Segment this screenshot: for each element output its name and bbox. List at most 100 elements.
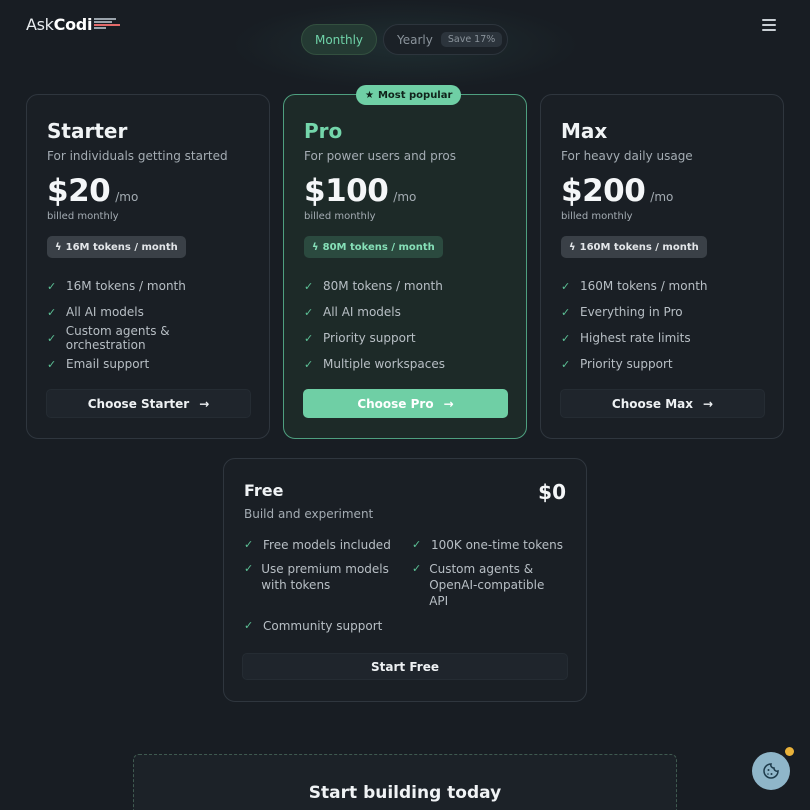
check-icon: ✓ — [244, 538, 254, 551]
choose-starter-button[interactable]: Choose Starter → — [46, 389, 251, 418]
plan-subtitle: Build and experiment — [244, 507, 374, 521]
arrow-right-icon: → — [199, 396, 210, 411]
feature-item: ✓ Priority support — [304, 325, 506, 351]
plan-card-free: Free $0 Build and experiment ✓ Free model… — [223, 458, 587, 702]
cookie-icon — [763, 763, 779, 779]
feature-text: All AI models — [323, 305, 401, 319]
feature-text: Community support — [263, 619, 383, 633]
feature-list: ✓ 80M tokens / month ✓ All AI models ✓ Prio… — [304, 273, 506, 377]
billing-note: billed monthly — [561, 211, 633, 222]
star-icon: ★ — [365, 89, 374, 101]
plan-subtitle: For individuals getting started — [47, 149, 228, 163]
feature-text: 100K one-time tokens — [431, 538, 563, 552]
plan-price: $0 — [538, 480, 566, 504]
cta-label: Choose Max — [611, 396, 693, 411]
tokens-badge-label: 80M tokens / month — [322, 241, 435, 253]
feature-item: ✓ Use premium models with tokens — [244, 561, 394, 593]
check-icon: ✓ — [47, 357, 57, 371]
check-icon: ✓ — [561, 331, 571, 345]
feature-text: Email support — [66, 357, 150, 371]
feature-item: ✓ Multiple workspaces — [304, 351, 506, 377]
feature-text: 80M tokens / month — [323, 279, 443, 293]
hamburger-icon[interactable] — [762, 19, 776, 31]
monthly-toggle-button[interactable]: Monthly — [301, 24, 377, 55]
plan-period: /mo — [650, 190, 674, 204]
logo-text-codi: Codi — [53, 15, 93, 34]
feature-text: Highest rate limits — [580, 331, 691, 345]
feature-list: ✓ 16M tokens / month ✓ All AI models ✓ Cust… — [47, 273, 249, 377]
feature-item: ✓ Custom agents & orchestration — [47, 324, 249, 352]
feature-item: ✓ 160M tokens / month — [561, 273, 763, 299]
feature-text: 160M tokens / month — [580, 279, 708, 293]
bolt-icon: ϟ — [569, 241, 576, 253]
feature-text: Custom agents & orchestration — [65, 324, 170, 352]
save-badge: Save 17% — [440, 32, 503, 47]
check-icon: ✓ — [244, 619, 254, 632]
plan-price: $20 — [47, 173, 111, 209]
billing-toggle: Monthly Yearly Save 17% — [301, 24, 508, 55]
check-icon: ✓ — [561, 305, 571, 319]
arrow-right-icon: → — [703, 396, 714, 411]
feature-text: All AI models — [66, 305, 144, 319]
plan-period: /mo — [393, 190, 417, 204]
billing-note: billed monthly — [304, 211, 376, 222]
plan-subtitle: For heavy daily usage — [561, 149, 693, 163]
feature-item: ✓ Everything in Pro — [561, 299, 763, 325]
plan-name: Pro — [304, 119, 343, 143]
feature-item: ✓ All AI models — [47, 299, 249, 325]
cta-label: Choose Pro — [357, 396, 434, 411]
bolt-icon: ϟ — [312, 241, 319, 253]
tokens-badge-label: 16M tokens / month — [65, 241, 178, 253]
check-icon: ✓ — [304, 305, 314, 319]
check-icon: ✓ — [244, 562, 254, 575]
feature-item: ✓ Priority support — [561, 351, 763, 377]
askcodi-logo[interactable]: Ask Codi — [26, 15, 121, 34]
cta-label: Choose Starter — [87, 396, 190, 411]
cta-banner: Start building today — [133, 754, 677, 810]
check-icon: ✓ — [412, 562, 422, 575]
check-icon: ✓ — [47, 279, 57, 293]
logo-lines-icon — [94, 18, 121, 29]
check-icon: ✓ — [412, 538, 422, 551]
feature-text: Everything in Pro — [580, 305, 683, 319]
notification-dot — [785, 747, 794, 756]
cookie-settings-button[interactable] — [752, 752, 790, 790]
feature-item: ✓ Email support — [47, 351, 249, 377]
feature-text: Multiple workspaces — [323, 357, 445, 371]
feature-text: Priority support — [323, 331, 416, 345]
feature-text: Use premium models with tokens — [261, 562, 389, 592]
start-free-button[interactable]: Start Free — [242, 653, 568, 680]
plan-subtitle: For power users and pros — [304, 149, 456, 163]
logo-text-ask: Ask — [26, 15, 54, 34]
plan-name: Free — [244, 481, 284, 500]
plan-card-starter: Starter For individuals getting started … — [26, 94, 270, 439]
yearly-toggle-button[interactable]: Yearly Save 17% — [383, 24, 508, 55]
plan-name: Max — [561, 119, 608, 143]
most-popular-badge: ★ Most popular — [356, 85, 462, 105]
tokens-badge: ϟ 80M tokens / month — [304, 236, 443, 258]
check-icon: ✓ — [47, 305, 57, 319]
feature-item: ✓ 100K one-time tokens — [412, 537, 572, 553]
choose-pro-button[interactable]: Choose Pro → — [303, 389, 508, 418]
tokens-badge: ϟ 16M tokens / month — [47, 236, 186, 258]
plan-period: /mo — [115, 190, 139, 204]
feature-item: ✓ Free models included — [244, 537, 404, 553]
arrow-right-icon: → — [443, 396, 454, 411]
tokens-badge-label: 160M tokens / month — [579, 241, 699, 253]
feature-text: Priority support — [580, 357, 673, 371]
bolt-icon: ϟ — [55, 241, 62, 253]
check-icon: ✓ — [304, 357, 314, 371]
tokens-badge: ϟ 160M tokens / month — [561, 236, 707, 258]
plan-price: $100 — [304, 173, 389, 209]
feature-item: ✓ 16M tokens / month — [47, 273, 249, 299]
choose-max-button[interactable]: Choose Max → — [560, 389, 765, 418]
check-icon: ✓ — [561, 279, 571, 293]
feature-text: Free models included — [263, 538, 391, 552]
plan-card-pro: ★ Most popular Pro For power users and p… — [283, 85, 527, 439]
feature-text: 16M tokens / month — [66, 279, 186, 293]
check-icon: ✓ — [304, 279, 314, 293]
feature-list: ✓ 160M tokens / month ✓ Everything in Pro … — [561, 273, 763, 377]
feature-item: ✓ All AI models — [304, 299, 506, 325]
yearly-label: Yearly — [397, 32, 433, 47]
check-icon: ✓ — [304, 331, 314, 345]
